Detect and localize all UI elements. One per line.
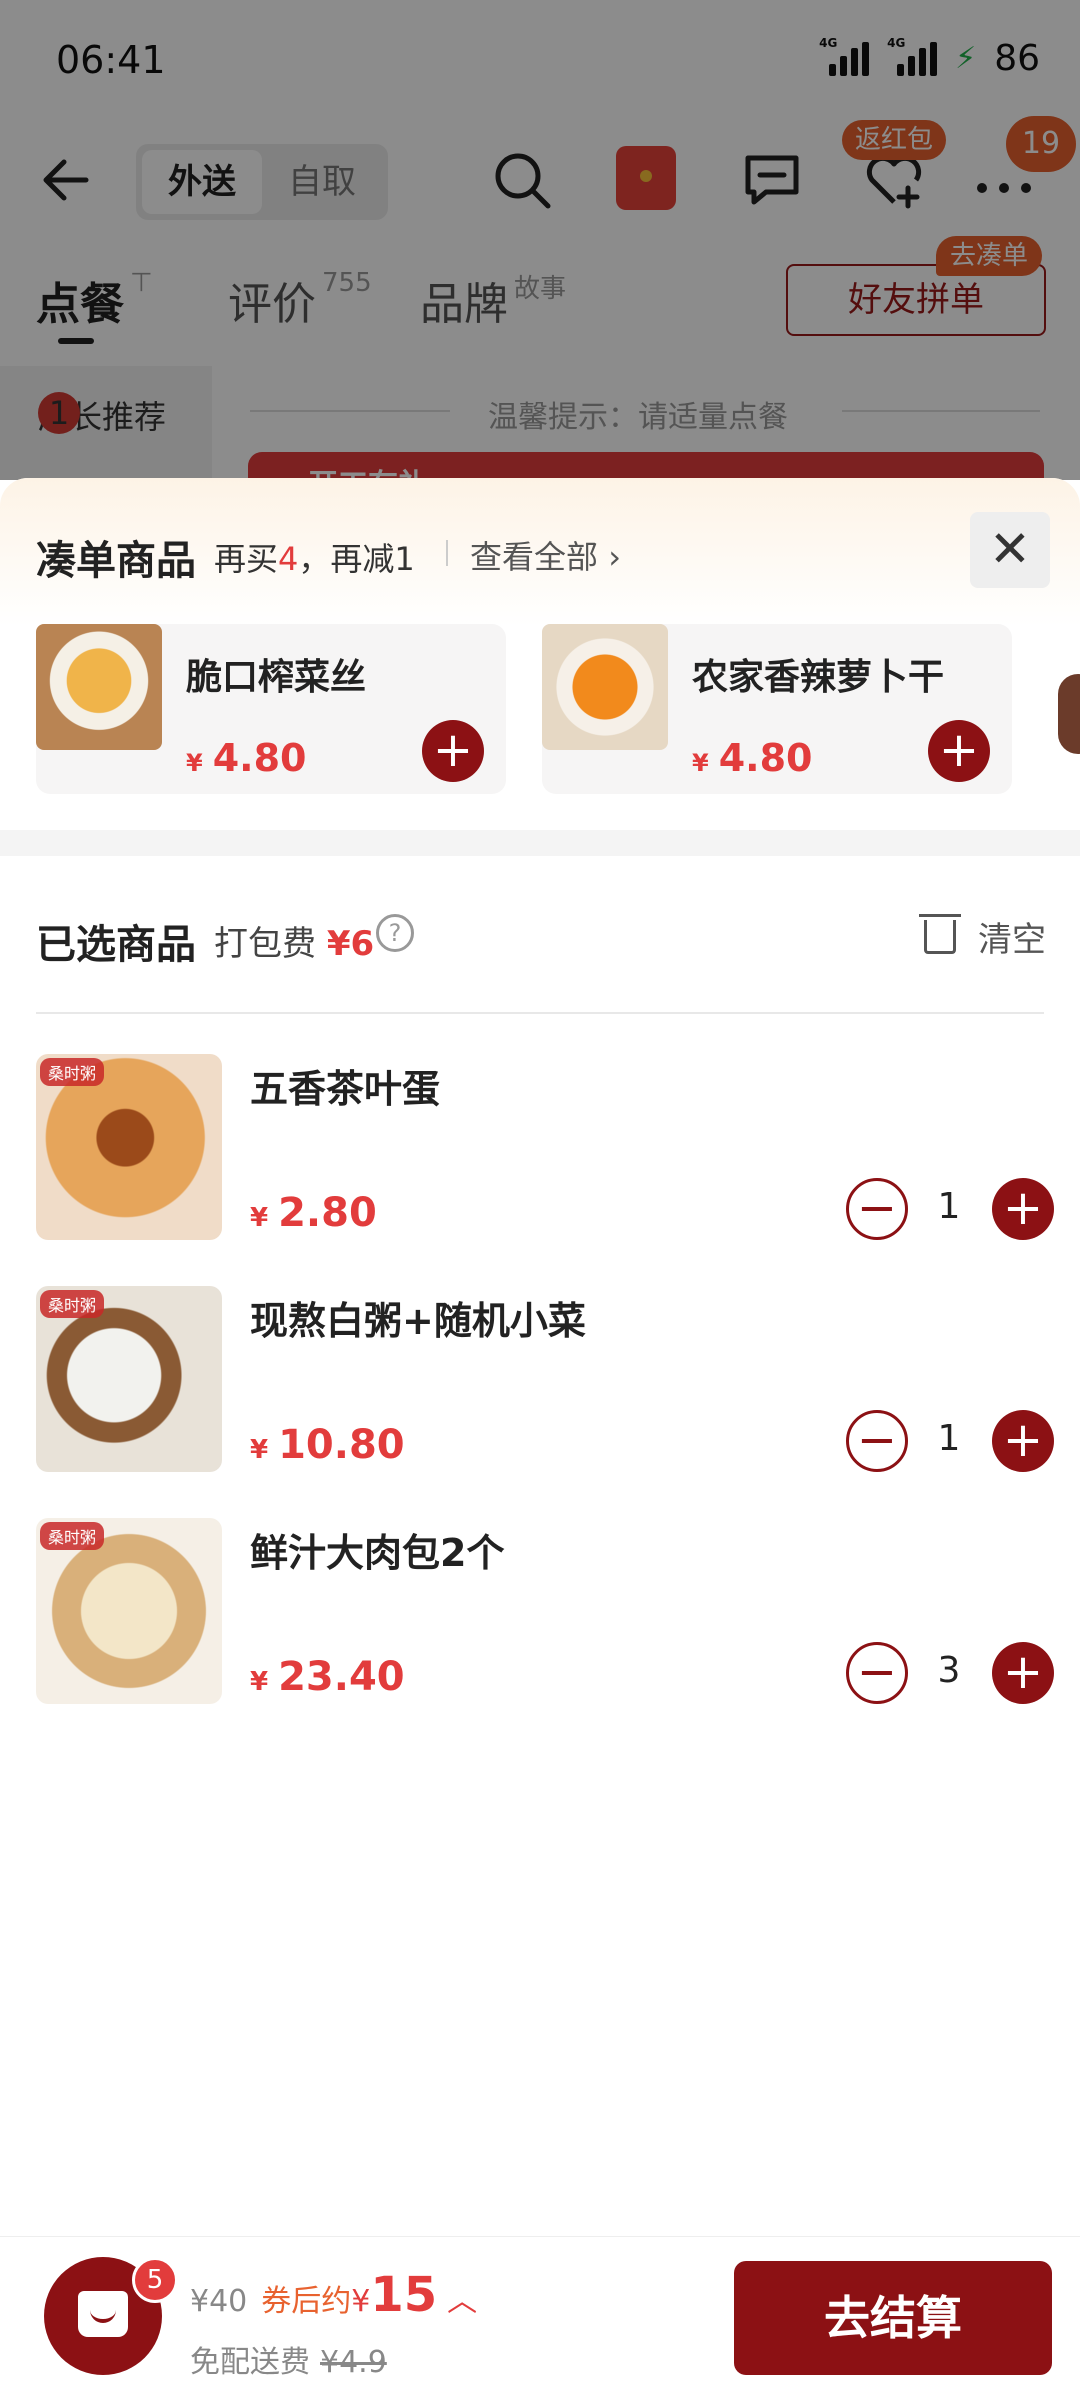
price-value: 4.80 bbox=[718, 736, 813, 780]
addon-item-card[interactable]: 农家香辣萝卜干 ¥4.80 + bbox=[542, 624, 1012, 794]
increase-quantity-button[interactable]: + bbox=[992, 1410, 1054, 1472]
currency-symbol: ¥ bbox=[250, 1203, 269, 1233]
delivery-fee-original: ¥4.9 bbox=[320, 2345, 387, 2380]
item-name: 五香茶叶蛋 bbox=[250, 1067, 441, 1111]
decrease-quantity-button[interactable]: − bbox=[846, 1642, 908, 1704]
item-image: 桑时粥 bbox=[36, 1054, 222, 1240]
increase-quantity-button[interactable]: + bbox=[992, 1642, 1054, 1704]
modal-overlay[interactable] bbox=[0, 0, 1080, 480]
addon-hint: 再买4，再减1 bbox=[214, 534, 415, 580]
price-value: 23.40 bbox=[278, 1654, 405, 1700]
addon-item-image bbox=[36, 624, 162, 750]
decrease-quantity-button[interactable]: − bbox=[846, 1410, 908, 1472]
item-quantity: 3 bbox=[937, 1650, 961, 1691]
addon-hint-count: 4 bbox=[278, 540, 299, 578]
brand-watermark: 桑时粥 bbox=[40, 1522, 105, 1550]
price-value: 10.80 bbox=[278, 1422, 405, 1468]
item-name: 现熬白粥+随机小菜 bbox=[250, 1299, 586, 1343]
cart-item: 桑时粥 鲜汁大肉包2个 ¥23.40 − 3 + bbox=[0, 1518, 1080, 1714]
brand-watermark: 桑时粥 bbox=[40, 1290, 105, 1318]
item-price: ¥2.80 bbox=[250, 1190, 377, 1236]
cart-item: 桑时粥 五香茶叶蛋 ¥2.80 − 1 + bbox=[0, 1054, 1080, 1250]
close-icon: ✕ bbox=[989, 520, 1031, 578]
view-all-link[interactable]: 查看全部 › bbox=[470, 532, 621, 578]
checkout-bar: 5 ¥40 券后约 ¥ 15 ︿ 免配送费 ¥4.9 去结算 bbox=[0, 2236, 1080, 2400]
question-icon[interactable]: ? bbox=[376, 914, 414, 952]
checkout-button[interactable]: 去结算 bbox=[734, 2261, 1052, 2375]
currency-symbol: ¥ bbox=[351, 2284, 371, 2319]
plus-icon: + bbox=[1002, 1180, 1044, 1236]
packing-fee-value: ¥6 bbox=[326, 924, 375, 964]
cart-sheet: 凑单商品 再买4，再减1 查看全部 › ✕ 脆口榨菜丝 ¥4.80 + 农家香辣… bbox=[0, 478, 1080, 2400]
currency-symbol: ¥ bbox=[250, 1667, 269, 1697]
price-value: 2.80 bbox=[278, 1190, 377, 1236]
cart-count-badge: 5 bbox=[132, 2257, 178, 2303]
addon-title: 凑单商品 bbox=[36, 538, 196, 584]
addon-hint-prefix: 再买 bbox=[214, 540, 279, 578]
brand-watermark: 桑时粥 bbox=[40, 1058, 105, 1086]
addon-section: 凑单商品 再买4，再减1 查看全部 › ✕ 脆口榨菜丝 ¥4.80 + 农家香辣… bbox=[0, 478, 1080, 830]
selected-title: 已选商品 bbox=[36, 922, 196, 968]
addon-item-name: 脆口榨菜丝 bbox=[186, 657, 367, 698]
item-price: ¥10.80 bbox=[250, 1422, 405, 1468]
section-divider bbox=[0, 830, 1080, 856]
currency-symbol: ¥ bbox=[692, 749, 709, 777]
packing-fee: 打包费 ¥6 bbox=[214, 916, 374, 965]
add-item-button[interactable]: + bbox=[422, 720, 484, 782]
plus-icon: + bbox=[938, 722, 980, 778]
item-image: 桑时粥 bbox=[36, 1518, 222, 1704]
clear-label: 清空 bbox=[978, 920, 1046, 960]
increase-quantity-button[interactable]: + bbox=[992, 1178, 1054, 1240]
after-coupon-label: 券后约 bbox=[261, 2284, 352, 2319]
plus-icon: + bbox=[1002, 1412, 1044, 1468]
addon-item-card[interactable]: 脆口榨菜丝 ¥4.80 + bbox=[36, 624, 506, 794]
item-quantity: 1 bbox=[937, 1418, 961, 1459]
item-quantity: 1 bbox=[937, 1186, 961, 1227]
divider bbox=[36, 1012, 1044, 1014]
price-value: 4.80 bbox=[212, 736, 307, 780]
currency-symbol: ¥ bbox=[250, 1435, 269, 1465]
item-name: 鲜汁大肉包2个 bbox=[250, 1531, 505, 1575]
add-item-button[interactable]: + bbox=[928, 720, 990, 782]
addon-item-peek[interactable] bbox=[1058, 674, 1080, 754]
chevron-right-icon: › bbox=[608, 538, 621, 576]
divider bbox=[446, 540, 448, 566]
plus-icon: + bbox=[1002, 1644, 1044, 1700]
addon-item-price: ¥4.80 bbox=[692, 736, 812, 780]
item-image: 桑时粥 bbox=[36, 1286, 222, 1472]
price-summary[interactable]: ¥40 券后约 ¥ 15 ︿ bbox=[190, 2267, 477, 2323]
addon-item-price: ¥4.80 bbox=[186, 736, 306, 780]
clear-cart-button[interactable]: 清空 bbox=[919, 912, 1048, 962]
delivery-fee-info: 免配送费 ¥4.9 bbox=[190, 2337, 387, 2381]
minus-icon: − bbox=[856, 1644, 898, 1700]
decrease-quantity-button[interactable]: − bbox=[846, 1178, 908, 1240]
view-all-label: 查看全部 bbox=[470, 538, 599, 576]
packing-fee-label: 打包费 bbox=[214, 924, 316, 964]
after-coupon-total: 15 bbox=[370, 2267, 438, 2323]
currency-symbol: ¥ bbox=[186, 749, 203, 777]
chevron-up-icon: ︿ bbox=[447, 2284, 478, 2319]
minus-icon: − bbox=[856, 1180, 898, 1236]
plus-icon: + bbox=[432, 722, 474, 778]
close-button[interactable]: ✕ bbox=[970, 512, 1050, 588]
addon-item-name: 农家香辣萝卜干 bbox=[692, 657, 945, 698]
addon-hint-suffix: ，再减1 bbox=[298, 540, 415, 578]
delivery-fee-label: 免配送费 bbox=[190, 2345, 310, 2380]
original-total: ¥40 bbox=[190, 2284, 248, 2319]
minus-icon: − bbox=[856, 1412, 898, 1468]
shopping-bag-icon bbox=[78, 2291, 128, 2337]
cart-item: 桑时粥 现熬白粥+随机小菜 ¥10.80 − 1 + bbox=[0, 1286, 1080, 1482]
trash-icon bbox=[919, 914, 961, 954]
item-price: ¥23.40 bbox=[250, 1654, 405, 1700]
addon-item-image bbox=[542, 624, 668, 750]
